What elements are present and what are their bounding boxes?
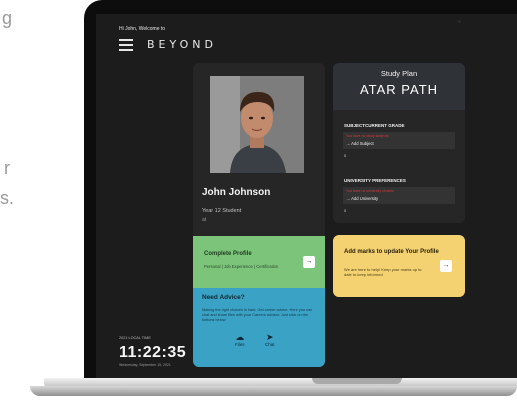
profile-card: John Johnson Year 12 Student at Complete…: [193, 63, 325, 367]
side-text-line-1: g: [2, 8, 13, 28]
subjects-section-title: SUBJECTCURRENT GRADE: [344, 123, 405, 128]
app-screen: Hi John, Welcome to BEYOND John Johnson …: [96, 14, 517, 378]
profile-year: Year 12 Student: [202, 208, 242, 214]
chat-button[interactable]: ➤ Chat: [265, 332, 275, 347]
profile-name: John Johnson: [202, 187, 271, 198]
complete-profile-title: Complete Profile: [204, 251, 252, 257]
person-portrait-icon: [210, 76, 304, 173]
advice-title: Need Advice?: [202, 294, 245, 301]
camera-dot: [458, 20, 461, 23]
add-university-link[interactable]: → Add University: [346, 196, 378, 201]
subjects-warning: You have no study subjects: [346, 134, 389, 138]
study-plan-header: Study Plan ATAR PATH: [333, 63, 465, 110]
subjects-count: 0: [344, 153, 347, 158]
send-icon: ➤: [265, 332, 274, 342]
study-plan-label: Study Plan: [380, 69, 418, 78]
advice-body: Making the right choices is hard. Get ca…: [202, 308, 313, 322]
university-count: 0: [344, 208, 347, 213]
marks-arrow-button[interactable]: →: [440, 260, 452, 272]
side-text-line-3: s.: [0, 188, 15, 208]
greeting-text: Hi John, Welcome to: [119, 26, 166, 32]
laptop-base: [30, 378, 517, 400]
profile-school: at: [202, 217, 207, 223]
chat-label: Chat: [265, 342, 275, 347]
study-plan-card: Study Plan ATAR PATH SUBJECTCURRENT GRAD…: [333, 63, 465, 223]
hamburger-menu-icon[interactable]: [119, 39, 133, 51]
local-time-label: 2021 LOCAL TIME: [119, 336, 151, 340]
subjects-panel: You have no study subjects → Add Subject: [343, 132, 455, 149]
laptop-base-top: [44, 378, 517, 386]
complete-profile-subtitle: Personal | Job Experience | Certificatio…: [204, 264, 279, 269]
university-section-title: UNIVERSITY PREFERENCES: [344, 178, 406, 183]
marks-subtitle: We are here to help! Keep your marks up …: [344, 267, 422, 277]
university-warning: You have no university choices: [346, 189, 394, 193]
need-advice-panel: Need Advice? Making the right choices is…: [193, 288, 325, 367]
files-button[interactable]: ☁ Files: [235, 332, 245, 347]
laptop-notch: [312, 378, 402, 384]
laptop-base-lip: [30, 386, 517, 396]
brand-logo: BEYOND: [147, 38, 217, 51]
marks-title: Add marks to update Your Profile: [344, 249, 439, 255]
files-label: Files: [235, 342, 245, 347]
cloud-upload-icon: ☁: [235, 332, 245, 342]
complete-profile-arrow-button[interactable]: →: [303, 256, 315, 268]
complete-profile-panel[interactable]: Complete Profile Personal | Job Experien…: [193, 236, 325, 288]
clock-date: Wednesday, September 15, 2021: [119, 363, 171, 367]
side-text-line-2: r: [4, 158, 10, 178]
university-panel: You have no university choices → Add Uni…: [343, 187, 455, 204]
clock-time: 11:22:35: [119, 344, 187, 361]
study-plan-path: ATAR PATH: [359, 82, 439, 97]
profile-photo: [210, 76, 304, 173]
add-subject-link[interactable]: → Add Subject: [346, 141, 374, 146]
add-marks-card[interactable]: Add marks to update Your Profile We are …: [333, 235, 465, 297]
